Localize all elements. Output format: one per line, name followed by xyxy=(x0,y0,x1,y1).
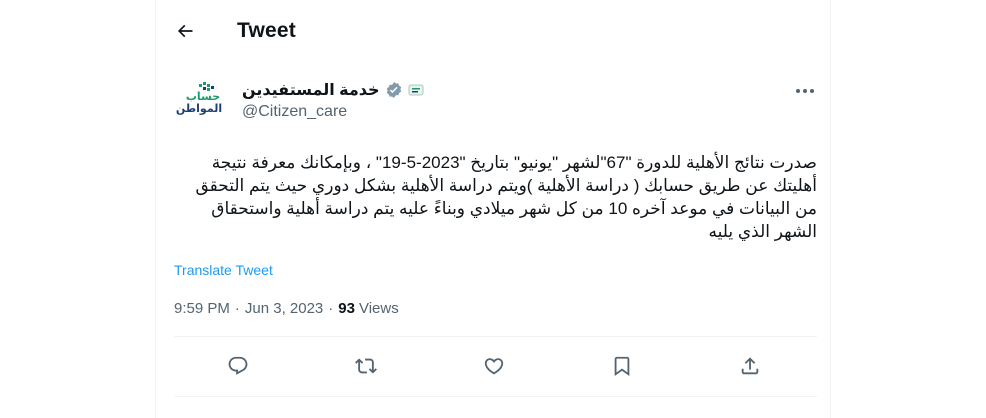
like-button[interactable] xyxy=(479,351,509,381)
avatar[interactable]: حساب المواطن xyxy=(169,70,227,128)
tweet-text: صدرت نتائج الأهلية للدورة "67"لشهر "يوني… xyxy=(195,153,817,241)
citizen-account-logo: حساب المواطن xyxy=(176,82,222,115)
like-icon xyxy=(484,358,504,375)
share-button[interactable] xyxy=(735,351,765,381)
affiliate-badge-icon[interactable] xyxy=(408,83,424,97)
translate-tweet-link[interactable]: Translate Tweet xyxy=(174,262,273,278)
share-icon xyxy=(741,357,759,375)
retweet-button[interactable] xyxy=(351,351,381,381)
bookmark-icon xyxy=(614,356,630,377)
author-name-row: خدمة المستفيدين xyxy=(242,80,424,100)
divider xyxy=(174,396,817,397)
avatar-text-line2: المواطن xyxy=(176,102,222,115)
views-label: Views xyxy=(358,300,399,317)
arrow-left-icon xyxy=(177,24,193,38)
tweet-action-bar xyxy=(216,351,786,381)
reply-button[interactable] xyxy=(223,351,253,381)
bookmark-button[interactable] xyxy=(607,351,637,381)
page-title: Tweet xyxy=(237,19,296,42)
page-header: Tweet xyxy=(156,12,830,52)
more-dots-icon xyxy=(796,89,814,93)
tweet-date[interactable]: Jun 3, 2023 xyxy=(245,300,323,317)
divider xyxy=(174,336,817,337)
author-display-name[interactable]: خدمة المستفيدين xyxy=(242,80,380,100)
author-handle[interactable]: @Citizen_care xyxy=(242,103,347,121)
reply-icon xyxy=(228,356,248,375)
tweet-detail-column: Tweet حساب المواطن خدمة المستفيدين @Citi… xyxy=(155,0,831,418)
meta-separator: · xyxy=(234,300,240,317)
gray-verified-badge-icon xyxy=(386,82,401,98)
meta-separator: · xyxy=(328,300,334,317)
retweet-icon xyxy=(355,358,377,374)
views-count: 93 xyxy=(338,300,355,317)
more-options-button[interactable] xyxy=(790,80,820,102)
back-button[interactable] xyxy=(168,14,202,48)
tweet-time[interactable]: 9:59 PM xyxy=(174,300,230,317)
tweet-metadata: 9:59 PM · Jun 3, 2023 · 93 Views xyxy=(174,300,399,317)
